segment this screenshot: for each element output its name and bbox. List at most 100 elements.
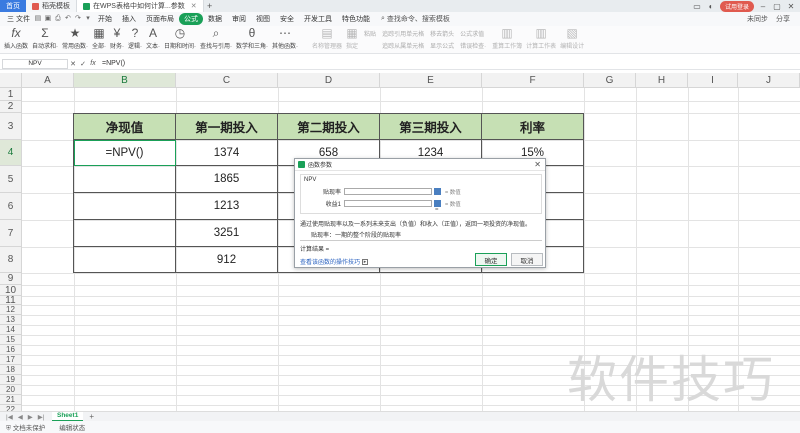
login-button[interactable]: 试用登录 [719,0,754,12]
cell-b7[interactable] [74,220,176,247]
function-arguments-dialog[interactable]: 函数参数 ✕ NPV 贴现率 = 数值 收益1 = 数值 = 通过使用贴现率以及… [294,158,546,268]
cell-c6[interactable]: 1213 [176,193,278,220]
header-cell-period3[interactable]: 第三期投入 [380,114,482,140]
dropdown-icon[interactable]: ▾ [84,15,92,23]
minimize-icon[interactable]: – [758,2,768,11]
trace-dependents-button[interactable]: 追踪从属单元格 [382,41,424,50]
row-header[interactable]: 7 [0,220,22,247]
row-header[interactable]: 9 [0,273,22,285]
row-header[interactable]: 12 [0,305,22,315]
logic-button[interactable]: ? 逻辑· [128,26,142,50]
maximize-icon[interactable]: ▢ [772,2,782,11]
insert-function-button[interactable]: fx 插入函数 [4,26,28,50]
cell-b6[interactable] [74,193,176,220]
header-cell-rate[interactable]: 利率 [482,114,584,140]
column-header-i[interactable]: I [688,73,738,88]
row-header[interactable]: 16 [0,345,22,355]
undo-icon[interactable]: ↶ [64,15,72,23]
calc-sheet-button[interactable]: ▥ 计算工作表 [526,26,556,50]
tab-home[interactable]: 首页 [0,0,26,12]
first-sheet-icon[interactable]: |◀ [6,413,13,421]
show-formulas-button[interactable]: 显示公式 [430,41,454,50]
column-header-a[interactable]: A [22,73,74,88]
row-header[interactable]: 11 [0,295,22,306]
trace-precedents-button[interactable]: 追踪引用单元格 [382,29,424,38]
error-check-button[interactable]: 错误检查· [460,41,486,50]
cell-b8[interactable] [74,247,176,273]
datetime-button[interactable]: ◷ 日期和时间· [164,26,196,50]
column-header-h[interactable]: H [636,73,688,88]
row-header[interactable]: 8 [0,247,22,273]
menu-security[interactable]: 安全 [275,13,299,25]
menu-view[interactable]: 视图 [251,13,275,25]
command-search[interactable]: ⌕ 查找命令、搜索模板 [381,14,450,24]
layout-icon[interactable]: ▭ [692,2,702,11]
select-all-corner[interactable] [0,73,22,88]
row-header[interactable]: 15 [0,335,22,345]
fx-icon[interactable]: fx [88,60,98,67]
row-header[interactable]: 3 [0,113,22,140]
menu-formula[interactable]: 公式 [178,13,203,25]
menu-insert[interactable]: 插入 [117,13,141,25]
file-menu[interactable]: 三 文件 [4,14,33,24]
row-header[interactable]: 5 [0,166,22,193]
recalc-workbook-button[interactable]: ▥ 重算工作簿 [492,26,522,50]
cell-b5[interactable] [74,166,176,193]
row-header[interactable]: 14 [0,325,22,335]
lookup-button[interactable]: ⌕ 查找与引用· [200,26,232,50]
menu-page-layout[interactable]: 页面布局 [141,13,179,25]
open-icon[interactable]: ▣ [44,15,52,23]
range-picker-icon[interactable] [434,200,441,207]
formula-input[interactable]: =NPV() [102,60,125,67]
header-cell-period2[interactable]: 第二期投入 [278,114,380,140]
document-protection-status[interactable]: ⛨ 文档未保护 [6,422,45,433]
column-header-d[interactable]: D [278,73,380,88]
column-header-f[interactable]: F [482,73,584,88]
dialog-title-bar[interactable]: 函数参数 ✕ [295,159,545,171]
remove-arrows-button[interactable]: 移去箭头 [430,29,454,38]
cell-c5[interactable]: 1865 [176,166,278,193]
last-sheet-icon[interactable]: ▶| [38,413,45,421]
sync-status[interactable]: 未同步 [747,14,768,24]
tab-document[interactable]: 在WPS表格中如何计算...参数 ✕ [77,0,204,12]
cell-b4-formula[interactable]: =NPV() [74,140,176,166]
evaluate-formula-button[interactable]: 公式求值 [460,29,486,38]
column-header-j[interactable]: J [738,73,800,88]
cell-c4[interactable]: 1374 [176,140,278,166]
row-header[interactable]: 21 [0,395,22,405]
specify-button[interactable]: ▦ 指定 [346,26,358,50]
menu-start[interactable]: 开始 [93,13,117,25]
math-button[interactable]: θ 数学和三角· [236,26,268,50]
row-header[interactable]: 2 [0,101,22,113]
row-header[interactable]: 18 [0,365,22,375]
rate-input[interactable] [344,188,432,195]
next-sheet-icon[interactable]: ▶ [28,413,33,421]
finance-button[interactable]: ¥ 财务· [110,26,124,50]
header-cell-period1[interactable]: 第一期投入 [176,114,278,140]
skin-icon[interactable]: ◐ [706,2,716,11]
column-header-g[interactable]: G [584,73,636,88]
row-header[interactable]: 1 [0,88,22,101]
close-icon[interactable]: ✕ [191,2,197,10]
share-button[interactable]: 分享 [776,14,790,24]
column-header-e[interactable]: E [380,73,482,88]
prev-sheet-icon[interactable]: ◀ [18,413,23,421]
cancel-icon[interactable]: ✕ [68,60,78,68]
menu-data[interactable]: 数据 [203,13,227,25]
edit-design-button[interactable]: ▧ 编辑设计 [560,26,584,50]
new-tab-button[interactable]: + [204,1,216,11]
window-close-icon[interactable]: ✕ [786,2,796,11]
other-functions-button[interactable]: ⋯ 其他函数· [272,26,298,50]
row-header[interactable]: 19 [0,375,22,385]
cell-c8[interactable]: 912 [176,247,278,273]
all-functions-button[interactable]: ▦ 全部· [92,26,106,50]
paste-button[interactable]: 粘贴 [364,29,376,38]
row-header[interactable]: 4 [0,140,22,166]
row-header[interactable]: 13 [0,315,22,325]
name-box[interactable]: NPV [2,58,68,69]
menu-special[interactable]: 特色功能 [337,13,375,25]
column-header-b[interactable]: B [74,73,176,88]
cell-c7[interactable]: 3251 [176,220,278,247]
cancel-button[interactable]: 取消 [511,253,543,266]
add-sheet-button[interactable]: + [89,412,94,421]
